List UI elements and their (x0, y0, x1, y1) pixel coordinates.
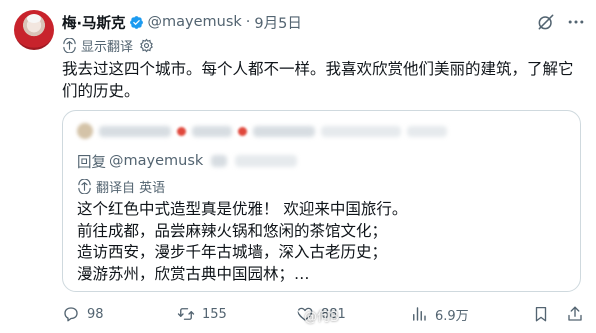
blurred-emoji (238, 126, 247, 136)
bookmark-button[interactable] (532, 303, 557, 325)
tweet-header: 梅·马斯克 @mayemusk · 9月5日 (62, 12, 302, 32)
blurred-handle (321, 125, 401, 137)
reply-button[interactable]: 98 (62, 303, 104, 325)
repost-button[interactable]: 155 (177, 303, 227, 325)
repost-icon (177, 308, 195, 320)
blurred-name (192, 125, 232, 137)
handle[interactable]: @mayemusk (148, 14, 242, 30)
quoted-tweet[interactable]: 回复 @mayemusk 翻译自 英语 这个红色中式造型真是优雅！ 欢迎来中国旅… (62, 110, 581, 292)
more-options-icon[interactable] (566, 12, 586, 32)
quoted-author-blurred[interactable] (77, 123, 447, 139)
weibo-logo-icon (285, 309, 301, 321)
blurred-mention (211, 155, 228, 167)
quote-translation-note: 翻译自 英语 (77, 177, 166, 196)
blurred-name (99, 125, 171, 137)
display-name[interactable]: 梅·马斯克 (62, 12, 126, 33)
show-translation-link[interactable]: 显示翻译 (81, 36, 133, 55)
views-count: 6.9万 (435, 308, 469, 324)
share-button[interactable] (566, 303, 591, 325)
share-icon (568, 306, 582, 321)
verified-badge-icon (129, 15, 143, 29)
translate-icon (78, 178, 91, 194)
reply-count: 98 (87, 306, 104, 322)
reply-context: 回复 @mayemusk (77, 151, 298, 171)
translated-from-label: 翻译自 英语 (96, 180, 166, 196)
reply-icon (64, 307, 78, 322)
reply-prefix: 回复 (77, 154, 106, 171)
grok-icon[interactable] (536, 12, 556, 32)
translate-icon (63, 37, 76, 53)
bookmark-icon (535, 306, 547, 322)
blurred-name (253, 125, 315, 137)
quote-line: 前往成都，品尝麻辣火锅和悠闲的茶馆文化； (77, 221, 388, 240)
views-icon (413, 307, 426, 321)
blurred-emoji (177, 126, 186, 136)
quote-line: 造访西安，漫步千年古城墙，深入古老历史； (77, 243, 388, 261)
blurred-date (407, 125, 447, 137)
reply-mention[interactable]: @mayemusk (109, 153, 203, 169)
avatar[interactable] (14, 10, 54, 50)
weibo-watermark: @何B (285, 305, 339, 325)
tweet-text: 我去过这四个城市。每个人都不一样。我喜欢欣赏他们美丽的建筑，了解它们的历史。 (62, 60, 574, 100)
blurred-mention (235, 155, 298, 167)
quote-text: 这个红色中式造型真是优雅！ 欢迎来中国旅行。 前往成都，品尝麻辣火锅和悠闲的茶馆… (77, 199, 567, 285)
quoted-avatar[interactable] (77, 123, 93, 139)
views-button[interactable]: 6.9万 (410, 303, 469, 325)
repost-count: 155 (202, 306, 227, 322)
tweet-date[interactable]: 9月5日 (254, 12, 301, 33)
gear-icon[interactable] (139, 38, 154, 53)
show-translation-row[interactable]: 显示翻译 (62, 36, 154, 55)
quote-line: 漫游苏州，欣赏古典中国园林；… (77, 264, 310, 283)
quote-line: 这个红色中式造型真是优雅！ 欢迎来中国旅行。 (77, 200, 408, 218)
separator-dot: · (245, 14, 251, 30)
watermark-text: @何B (304, 309, 339, 325)
